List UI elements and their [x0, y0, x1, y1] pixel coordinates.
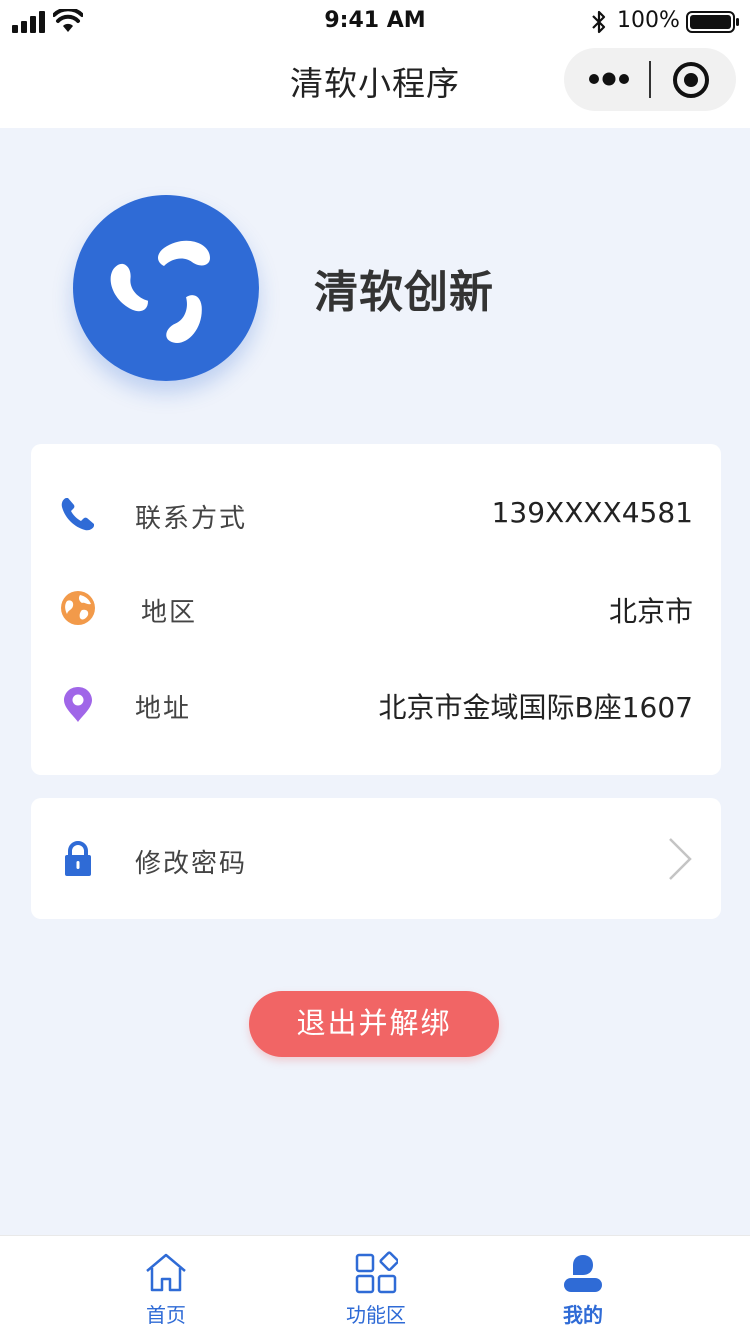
bluetooth-icon [592, 10, 606, 34]
grid-icon [355, 1251, 398, 1294]
user-icon [564, 1255, 602, 1292]
info-row-label: 联系方式 [135, 504, 248, 534]
capsule-divider [649, 61, 651, 98]
battery-percent: 100% [617, 8, 680, 33]
more-dots-icon[interactable] [588, 69, 630, 89]
battery-icon [686, 11, 739, 33]
lock-icon [65, 841, 91, 876]
password-row-content: 修改密码 [31, 829, 721, 889]
home-icon [146, 1253, 186, 1292]
change-password-label: 修改密码 [135, 849, 248, 879]
globe-icon [61, 591, 95, 625]
pinwheel-logo-icon [110, 240, 210, 343]
chevron-right-icon [669, 838, 692, 880]
logout-unbind-button[interactable]: 退出并解绑 [249, 991, 499, 1057]
tab-home[interactable]: 首页 [91, 1236, 241, 1334]
phone-icon [61, 498, 94, 531]
tab-label: 首页 [146, 1303, 186, 1327]
company-name: 清软创新 [314, 267, 494, 318]
tab-bar: 首页 功能区 我的 [0, 1235, 750, 1334]
tab-label: 我的 [563, 1303, 603, 1327]
change-password-row[interactable]: 修改密码 [31, 798, 721, 919]
info-row-contact: 联系方式 139XXXX4581 [31, 484, 721, 544]
contact-info-card: 联系方式 139XXXX4581 地区 北京市 地址 北京市金域国际B座1607 [31, 444, 721, 775]
info-row-label: 地区 [141, 598, 198, 628]
tab-label: 功能区 [346, 1303, 406, 1327]
info-row-address: 地址 北京市金域国际B座1607 [31, 674, 721, 734]
avatar [73, 195, 259, 381]
tab-mine[interactable]: 我的 [508, 1236, 658, 1334]
info-row-value: 北京市金域国际B座1607 [378, 691, 693, 724]
status-bar: 9:41 AM 100% [0, 0, 750, 44]
info-row-label: 地址 [135, 694, 192, 724]
mini-program-capsule [564, 48, 736, 111]
target-circle-icon[interactable] [672, 61, 710, 99]
info-row-value: 139XXXX4581 [491, 496, 693, 529]
info-row-value: 北京市 [608, 595, 693, 628]
info-row-region: 地区 北京市 [31, 578, 721, 638]
top-bar: 9:41 AM 100% 清软小程序 [0, 0, 750, 128]
tab-functions[interactable]: 功能区 [301, 1236, 451, 1334]
location-pin-icon [64, 687, 92, 722]
